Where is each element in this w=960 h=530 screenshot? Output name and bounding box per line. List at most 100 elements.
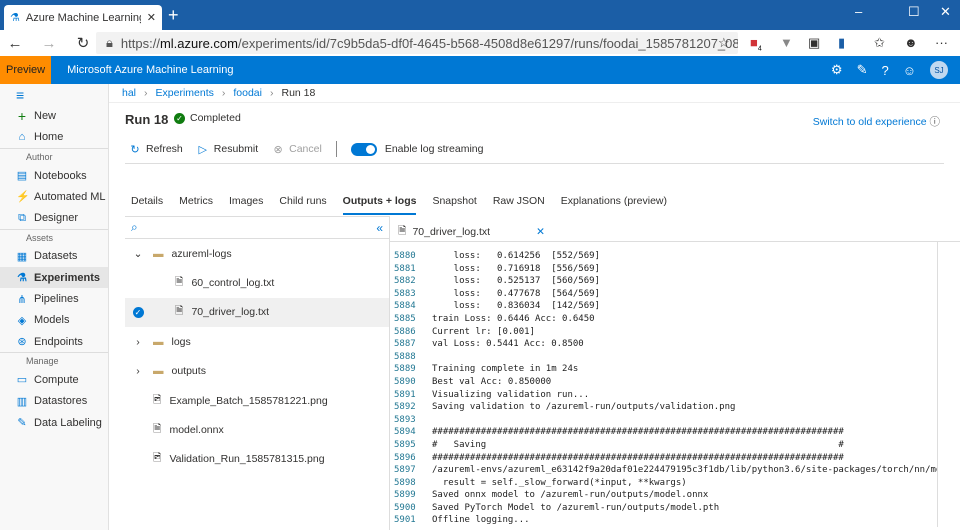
tab-snapshot[interactable]: Snapshot — [432, 195, 476, 215]
log-line: 5895 # Saving # — [390, 439, 937, 452]
status-text: Completed — [190, 112, 241, 124]
breadcrumb-hal[interactable]: hal — [122, 87, 136, 99]
status-badge: ✓ Completed — [174, 112, 241, 124]
line-text: Best val Acc: 0.850000 — [432, 376, 552, 387]
tree-item[interactable]: ✓ 🗎︎ 70_driver_log.txt — [125, 297, 389, 328]
sidebar-item-data-labeling[interactable]: ✎ Data Labeling — [0, 412, 108, 433]
forward-icon[interactable]: → — [34, 35, 64, 52]
hamburger-icon[interactable]: ≡ — [0, 84, 108, 105]
tree-item[interactable]: 🗎︎ model.onnx — [125, 415, 389, 444]
automl-icon: ⚡ — [16, 191, 30, 204]
log-line: 5899 Saved onnx model to /azureml-run/out… — [390, 489, 937, 502]
favorites-icon[interactable]: ✩ — [874, 35, 885, 51]
sidebar-item-models[interactable]: ◈ Models — [0, 310, 108, 331]
tab-outputs-logs[interactable]: Outputs + logs — [342, 195, 417, 215]
close-tab-icon[interactable]: ✕ — [147, 11, 156, 24]
collapse-icon[interactable]: « — [376, 221, 383, 235]
browser-tab[interactable]: ⚗ Azure Machine Learning studio ( ✕ — [4, 5, 162, 30]
feedback-icon[interactable]: ✎ — [857, 62, 868, 78]
tab-raw-json[interactable]: Raw JSON — [493, 195, 545, 215]
sidebar-item-datastores[interactable]: ▥ Datastores — [0, 391, 108, 412]
sidebar-item-label: Compute — [34, 373, 79, 386]
cancel-button[interactable]: ⊗ Cancel — [272, 143, 322, 156]
line-number: 5889 — [394, 364, 416, 375]
play-icon: ▷ — [198, 143, 207, 156]
tree-item-label: azureml-logs — [171, 247, 232, 260]
line-text: ########################################… — [432, 427, 844, 438]
app-title[interactable]: Microsoft Azure Machine Learning — [67, 64, 233, 76]
tab-images[interactable]: Images — [229, 195, 263, 215]
tree-item[interactable]: 🖻︎ Validation_Run_1585781315.png — [125, 445, 389, 474]
sidebar-item-home[interactable]: ⌂ Home — [0, 127, 108, 148]
tree-item-label: model.onnx — [169, 424, 224, 437]
new-tab-button[interactable]: + — [168, 5, 179, 26]
log-line: 5886 Current lr: [0.001] — [390, 326, 937, 339]
smiley-icon[interactable]: ☺ — [903, 63, 916, 78]
sidebar-item-pipelines[interactable]: ⋔ Pipelines — [0, 288, 108, 309]
resubmit-label: Resubmit — [213, 143, 259, 155]
sidebar-item-automated-ml[interactable]: ⚡ Automated ML — [0, 186, 108, 207]
page-title: Run 18 — [125, 112, 169, 127]
tree-item[interactable]: 🖻︎ Example_Batch_1585781221.png — [125, 386, 389, 415]
back-icon[interactable]: ← — [0, 35, 30, 52]
url-input[interactable]: 🔒︎ https://ml.azure.com/experiments/id/7… — [96, 32, 738, 54]
minimize-button[interactable]: – — [855, 4, 862, 19]
tree-item[interactable]: 🗎︎ 60_control_log.txt — [125, 268, 389, 297]
sidebar-item-label: Notebooks — [34, 169, 87, 182]
avatar[interactable]: SJ — [930, 61, 948, 79]
log-content[interactable]: 5880 loss: 0.614256 [552/569] 5881 loss: … — [390, 242, 938, 528]
labeling-icon: ✎ — [17, 417, 27, 429]
favorite-star-icon[interactable]: ☆ — [718, 35, 730, 51]
switch-old-experience-link[interactable]: Switch to old experience ⓘ — [813, 114, 940, 129]
help-icon[interactable]: ? — [881, 63, 888, 78]
refresh-icon[interactable]: ↻ — [68, 34, 98, 52]
log-streaming-toggle[interactable]: Enable log streaming — [350, 142, 483, 156]
log-line: 5880 loss: 0.614256 [552/569] — [390, 250, 937, 263]
chevron-down-icon[interactable]: ⌄ — [131, 248, 145, 260]
tree-item[interactable]: ⌄ ▬ azureml-logs — [125, 239, 389, 268]
breadcrumb-experiments[interactable]: Experiments — [156, 87, 214, 99]
close-window-button[interactable]: ✕ — [940, 4, 951, 20]
cancel-label: Cancel — [289, 143, 322, 155]
search-icon[interactable]: ⌕ — [131, 220, 138, 235]
datastore-icon: ▥ — [16, 395, 28, 408]
log-file-tab[interactable]: 🗎︎ 70_driver_log.txt ✕ — [390, 222, 960, 242]
tree-item[interactable]: › ▬ outputs — [125, 357, 389, 386]
close-icon[interactable]: ✕ — [536, 226, 545, 238]
browser-titlebar: ⚗ Azure Machine Learning studio ( ✕ + – … — [0, 0, 960, 30]
tab-metrics[interactable]: Metrics — [179, 195, 213, 215]
sidebar-item-endpoints[interactable]: ⊛ Endpoints — [0, 331, 108, 352]
sidebar-item-label: Designer — [34, 212, 79, 225]
extension-n-icon[interactable]: ▣ — [808, 35, 820, 51]
more-icon[interactable]: ··· — [935, 35, 948, 50]
tab-explanations[interactable]: Explanations (preview) — [561, 195, 667, 215]
sidebar-item-compute[interactable]: ▭ Compute — [0, 369, 108, 390]
line-number: 5900 — [394, 502, 416, 513]
extension-book-icon[interactable]: ▮ — [838, 35, 845, 51]
toggle-switch[interactable] — [350, 142, 377, 156]
breadcrumb-foodai[interactable]: foodai — [233, 87, 262, 99]
sidebar-item-datasets[interactable]: ▦ Datasets — [0, 246, 108, 267]
sidebar-item-new[interactable]: + New — [0, 105, 108, 126]
chevron-right-icon[interactable]: › — [131, 365, 145, 377]
sidebar-item-notebooks[interactable]: ▤ Notebooks — [0, 165, 108, 186]
line-text: loss: 0.614256 [552/569] — [432, 251, 600, 261]
gear-icon[interactable]: ⚙ — [831, 62, 843, 78]
resubmit-button[interactable]: ▷ Resubmit — [197, 143, 259, 156]
tab-child-runs[interactable]: Child runs — [279, 195, 326, 215]
selected-check-icon[interactable]: ✓ — [131, 306, 145, 319]
sidebar-item-experiments[interactable]: ⚗ Experiments — [0, 267, 108, 289]
extension-v-icon[interactable]: ▼ — [780, 35, 793, 50]
log-line: 5881 loss: 0.716918 [556/569] — [390, 263, 937, 276]
maximize-button[interactable]: ☐ — [908, 4, 920, 20]
log-line: 5889 Training complete in 1m 24s — [390, 363, 937, 376]
profile-icon[interactable]: ☻ — [904, 35, 918, 50]
tab-details[interactable]: Details — [131, 195, 163, 215]
extension-icon[interactable]: ■4 — [750, 35, 762, 53]
tree-item-label: Validation_Run_1585781315.png — [169, 453, 325, 466]
log-line: 5887 val Loss: 0.5441 Acc: 0.8500 — [390, 338, 937, 351]
tree-item[interactable]: › ▬ logs — [125, 327, 389, 356]
sidebar-item-designer[interactable]: ⧉ Designer — [0, 207, 108, 228]
chevron-right-icon[interactable]: › — [131, 336, 145, 348]
refresh-button[interactable]: ↻ Refresh — [129, 143, 182, 156]
